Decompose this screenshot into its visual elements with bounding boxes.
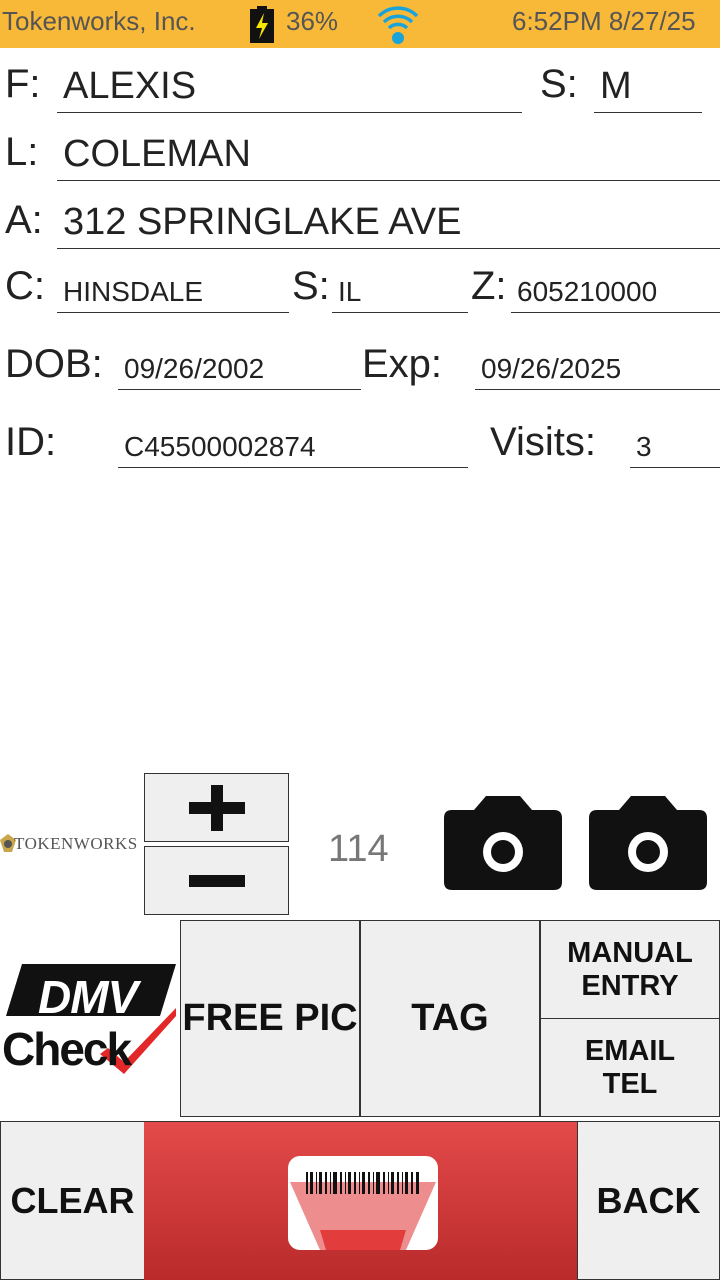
visits-field[interactable]: 3 bbox=[630, 414, 720, 468]
email-tel-label-line2: TEL bbox=[602, 1067, 658, 1100]
tag-label: TAG bbox=[411, 997, 489, 1039]
sex-value: M bbox=[600, 65, 632, 107]
increase-button[interactable] bbox=[144, 773, 289, 842]
visits-value: 3 bbox=[636, 431, 652, 462]
camera-front-button[interactable] bbox=[444, 796, 562, 890]
address-value: 312 SPRINGLAKE AVE bbox=[63, 201, 462, 243]
zip-label: Z: bbox=[471, 264, 507, 308]
dmv-check-logo: DMV Check bbox=[0, 958, 178, 1078]
battery-charging-icon bbox=[248, 6, 276, 49]
counter-value: 114 bbox=[328, 828, 389, 870]
id-field[interactable]: C45500002874 bbox=[118, 414, 468, 468]
state-label: S: bbox=[292, 264, 330, 308]
tokenworks-logo-text: TOKENWORKS bbox=[14, 834, 138, 853]
status-bar: Tokenworks, Inc. 36% 6:52PM 8/27/25 bbox=[0, 0, 720, 48]
plus-icon bbox=[188, 784, 245, 831]
camera-icon bbox=[444, 796, 562, 890]
app-name: Tokenworks, Inc. bbox=[2, 6, 196, 36]
address-field[interactable]: 312 SPRINGLAKE AVE bbox=[57, 192, 720, 249]
clear-label: CLEAR bbox=[10, 1179, 135, 1221]
city-field[interactable]: HINSDALE bbox=[57, 260, 289, 313]
first-name-field[interactable]: ALEXIS bbox=[57, 56, 522, 113]
back-label: BACK bbox=[596, 1179, 701, 1221]
dob-field[interactable]: 09/26/2002 bbox=[118, 336, 361, 390]
last-name-value: COLEMAN bbox=[63, 133, 251, 175]
camera-icon bbox=[589, 796, 707, 890]
id-value: C45500002874 bbox=[124, 431, 316, 462]
city-value: HINSDALE bbox=[63, 276, 204, 307]
city-label: C: bbox=[5, 264, 45, 308]
free-pic-button[interactable]: FREE PIC bbox=[180, 920, 360, 1117]
tag-button[interactable]: TAG bbox=[360, 920, 540, 1117]
zip-value: 605210000 bbox=[517, 276, 658, 307]
email-tel-label-line1: EMAIL bbox=[584, 1034, 676, 1067]
back-button[interactable]: BACK bbox=[577, 1121, 720, 1280]
first-name-value: ALEXIS bbox=[63, 65, 197, 107]
zip-field[interactable]: 605210000 bbox=[511, 260, 720, 313]
address-label: A: bbox=[5, 198, 43, 242]
battery-percent: 36% bbox=[286, 6, 339, 36]
exp-field[interactable]: 09/26/2025 bbox=[475, 336, 720, 390]
free-pic-label: FREE PIC bbox=[182, 997, 358, 1039]
sex-label: S: bbox=[540, 62, 578, 106]
dob-label: DOB: bbox=[5, 342, 103, 386]
manual-entry-label-line1: MANUAL bbox=[567, 936, 693, 969]
email-tel-button[interactable]: EMAIL TEL bbox=[540, 1018, 720, 1117]
decrease-button[interactable] bbox=[144, 846, 289, 915]
first-name-label: F: bbox=[5, 62, 41, 106]
manual-entry-button[interactable]: MANUAL ENTRY bbox=[540, 920, 720, 1019]
dob-value: 09/26/2002 bbox=[124, 353, 265, 384]
last-name-label: L: bbox=[5, 130, 39, 174]
sex-field[interactable]: M bbox=[594, 56, 702, 113]
minus-icon bbox=[188, 874, 245, 887]
last-name-field[interactable]: COLEMAN bbox=[57, 124, 720, 181]
tokenworks-logo: TOKENWORKS bbox=[0, 832, 142, 858]
check-logo-text: Check bbox=[2, 1023, 132, 1075]
scan-button[interactable] bbox=[144, 1121, 578, 1280]
date-time: 6:52PM 8/27/25 bbox=[512, 6, 696, 36]
exp-value: 09/26/2025 bbox=[481, 353, 622, 384]
barcode-scan-icon bbox=[288, 1156, 438, 1250]
wifi-icon bbox=[376, 2, 420, 51]
manual-entry-label-line2: ENTRY bbox=[581, 969, 679, 1002]
clear-button[interactable]: CLEAR bbox=[0, 1121, 145, 1280]
exp-label: Exp: bbox=[362, 342, 443, 386]
id-label: ID: bbox=[5, 420, 57, 464]
dmv-logo-text: DMV bbox=[38, 971, 138, 1023]
visits-label: Visits: bbox=[490, 420, 596, 464]
camera-back-button[interactable] bbox=[589, 796, 707, 890]
state-value: IL bbox=[338, 276, 362, 307]
state-field[interactable]: IL bbox=[332, 260, 468, 313]
